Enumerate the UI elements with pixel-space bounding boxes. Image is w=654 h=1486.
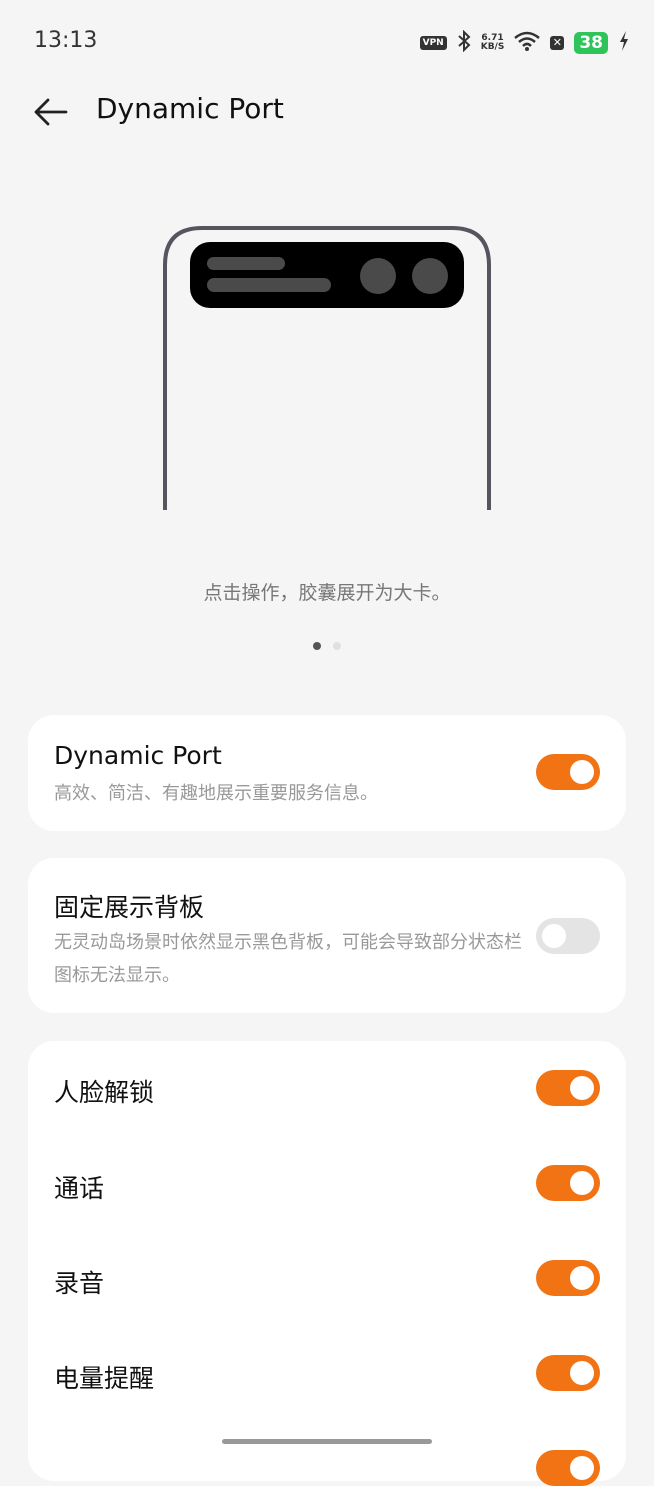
face-unlock-toggle[interactable] bbox=[536, 1070, 600, 1106]
call-toggle[interactable] bbox=[536, 1165, 600, 1201]
illustration-caption: 点击操作，胶囊展开为大卡。 bbox=[203, 582, 451, 604]
back-arrow-icon bbox=[34, 98, 68, 126]
app-label: 录音 bbox=[54, 1269, 105, 1298]
app-label: 通话 bbox=[54, 1174, 105, 1203]
vpn-icon: VPN bbox=[419, 36, 447, 50]
page-dot-active[interactable] bbox=[313, 642, 321, 650]
dynamic-port-toggle[interactable] bbox=[536, 754, 600, 790]
dynamic-port-title: Dynamic Port bbox=[54, 741, 222, 770]
back-button[interactable] bbox=[30, 94, 70, 130]
next-item-toggle[interactable] bbox=[536, 1450, 600, 1486]
page-indicator bbox=[0, 642, 654, 650]
charging-icon bbox=[618, 30, 630, 56]
status-icons: VPN 6.71 KB/S ✕ 38 bbox=[419, 29, 630, 57]
dynamic-port-subtitle: 高效、简洁、有趣地展示重要服务信息。 bbox=[54, 783, 378, 804]
dynamic-port-card: Dynamic Port 高效、简洁、有趣地展示重要服务信息。 bbox=[28, 715, 626, 831]
page-dot[interactable] bbox=[333, 642, 341, 650]
page-title: Dynamic Port bbox=[96, 92, 284, 125]
app-header: Dynamic Port bbox=[0, 84, 654, 140]
battery-icon: 38 bbox=[574, 32, 608, 54]
recording-toggle[interactable] bbox=[536, 1260, 600, 1296]
app-label: 人脸解锁 bbox=[54, 1078, 155, 1107]
status-time: 13:13 bbox=[34, 28, 98, 53]
phone-illustration bbox=[162, 225, 492, 515]
network-speed: 6.71 KB/S bbox=[481, 34, 505, 52]
bluetooth-icon bbox=[457, 29, 471, 56]
network-speed-unit: KB/S bbox=[480, 42, 505, 52]
status-bar: 13:13 VPN 6.71 KB/S ✕ 38 bbox=[0, 0, 654, 84]
no-sim-icon: ✕ bbox=[550, 36, 565, 50]
fixed-panel-title: 固定展示背板 bbox=[54, 893, 205, 922]
app-label: 电量提醒 bbox=[54, 1364, 155, 1393]
fixed-panel-subtitle: 无灵动岛场景时依然显示黑色背板，可能会导致部分状态栏图标无法显示。 bbox=[54, 932, 522, 986]
home-indicator[interactable] bbox=[222, 1439, 432, 1444]
fixed-panel-card: 固定展示背板 无灵动岛场景时依然显示黑色背板，可能会导致部分状态栏图标无法显示。 bbox=[28, 858, 626, 1013]
app-list-card: 人脸解锁 通话 录音 电量提醒 bbox=[28, 1041, 626, 1486]
fixed-panel-toggle[interactable] bbox=[536, 918, 600, 954]
wifi-icon bbox=[514, 31, 541, 55]
battery-alert-toggle[interactable] bbox=[536, 1355, 600, 1391]
